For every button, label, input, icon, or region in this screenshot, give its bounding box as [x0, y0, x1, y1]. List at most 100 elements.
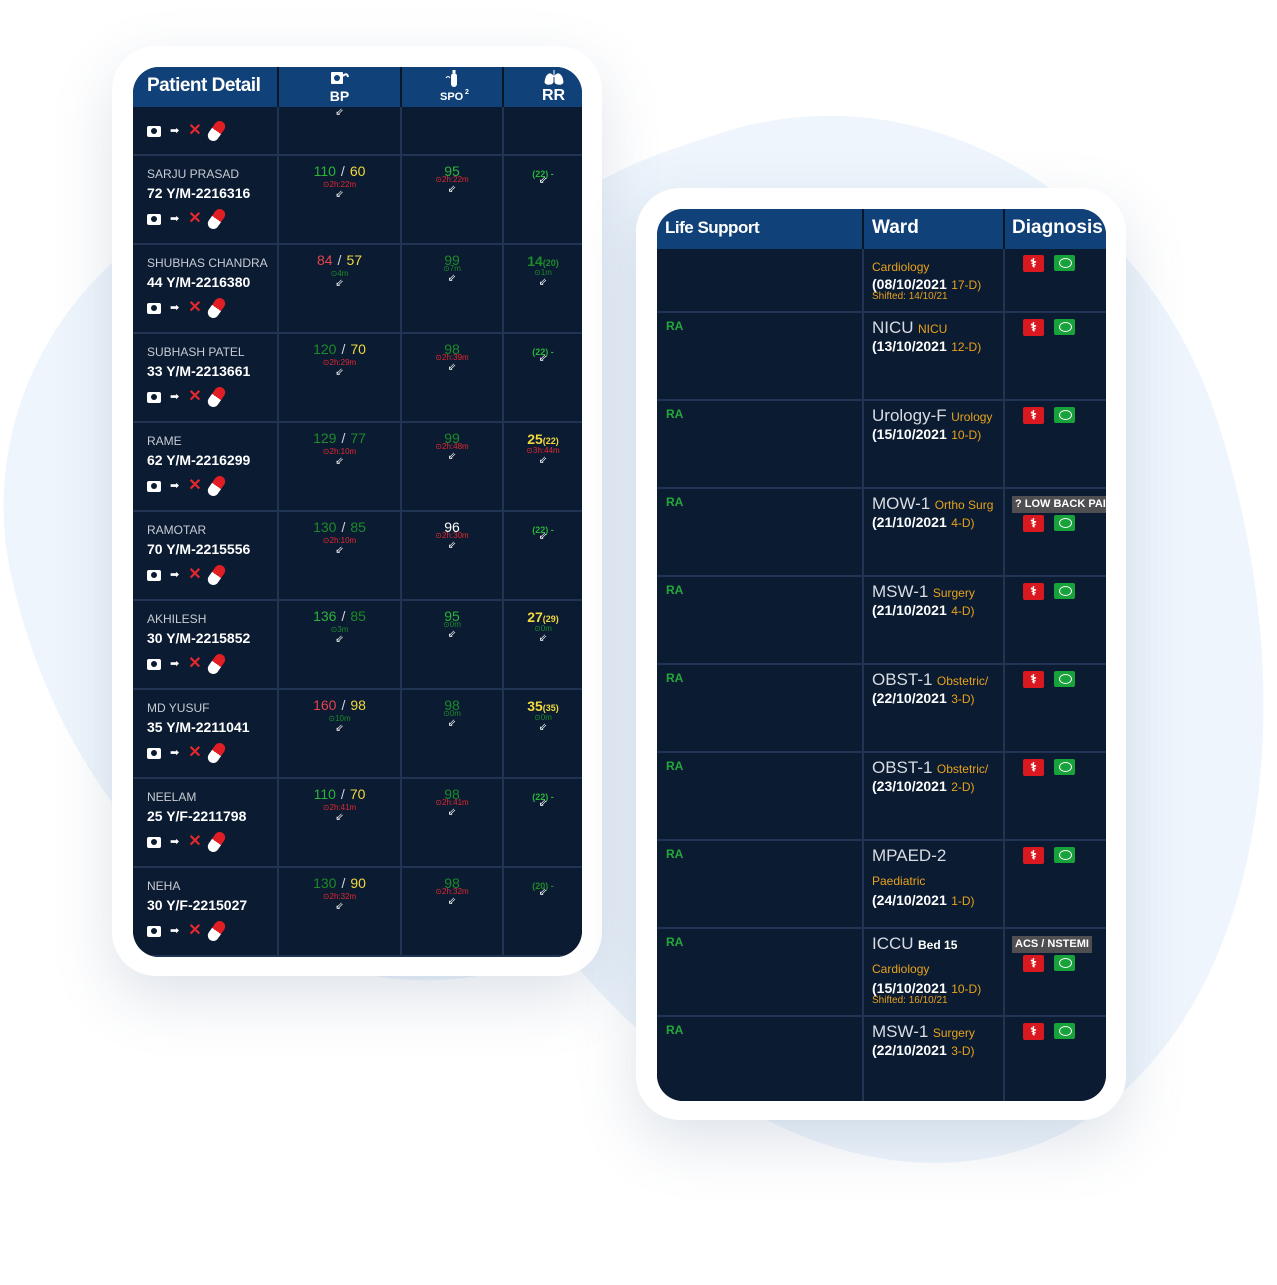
header-patient-detail[interactable]: Patient Detail — [133, 67, 279, 107]
exit-icon[interactable]: ➡ — [170, 747, 179, 759]
exit-icon[interactable]: ➡ — [170, 836, 179, 848]
table-row[interactable]: RA MSW-1 Surgery (22/10/2021 3-D) ⚕ — [657, 1017, 1106, 1101]
trend-arrow-icon[interactable]: ⇙ — [279, 901, 400, 912]
header-bp[interactable]: BP — [279, 67, 402, 107]
bell-off-icon[interactable]: ✕ — [188, 389, 201, 405]
chat-icon[interactable] — [1054, 955, 1075, 971]
chat-icon[interactable] — [1054, 515, 1075, 531]
trend-arrow-icon[interactable]: ⇙ — [279, 634, 400, 645]
trend-arrow-icon[interactable]: ⇙ — [279, 723, 400, 734]
pill-icon[interactable] — [205, 651, 227, 677]
header-life-support[interactable]: Life Support — [657, 209, 864, 249]
exit-icon[interactable]: ➡ — [170, 658, 179, 670]
pill-icon[interactable] — [205, 473, 227, 499]
bp-value[interactable]: 120/70 — [279, 341, 400, 357]
bell-off-icon[interactable]: ✕ — [188, 211, 201, 227]
pill-icon[interactable] — [205, 384, 227, 410]
trend-arrow-icon[interactable]: ⇙ — [402, 362, 502, 373]
rr-value[interactable]: 35(35) — [504, 698, 582, 714]
table-row[interactable]: RA Urology-F Urology (15/10/2021 10-D) ⚕ — [657, 401, 1106, 489]
bp-value[interactable]: 130/90 — [279, 875, 400, 891]
table-row[interactable]: SUBHASH PATEL 33 Y/M-2213661 ➡ ✕ 120/70 ⊙2h:2… — [133, 334, 582, 423]
table-row[interactable]: MD YUSUF 35 Y/M-2211041 ➡ ✕ 160/98 ⊙10m ⇙ 98 ⊙0m… — [133, 690, 582, 779]
trend-arrow-icon[interactable]: ⇙ — [504, 277, 582, 288]
bell-off-icon[interactable]: ✕ — [188, 300, 201, 316]
chat-icon[interactable] — [1054, 255, 1075, 271]
header-spo2[interactable]: SPO 2 — [402, 67, 504, 107]
bed-icon[interactable]: ⚕ — [1023, 583, 1044, 600]
bell-off-icon[interactable]: ✕ — [188, 745, 201, 761]
chat-icon[interactable] — [1054, 1023, 1075, 1039]
bell-off-icon[interactable]: ✕ — [188, 834, 201, 850]
pill-icon[interactable] — [205, 295, 227, 321]
trend-arrow-icon[interactable]: ⇙ — [279, 189, 400, 200]
table-row[interactable]: RA MOW-1 Ortho Surg (21/10/2021 4-D)? LOW … — [657, 489, 1106, 577]
trend-arrow-icon[interactable]: ⇙ — [402, 273, 502, 284]
pill-icon[interactable] — [205, 740, 227, 766]
trend-arrow-icon[interactable]: ⇙ — [402, 184, 502, 195]
camera-icon[interactable] — [147, 391, 161, 403]
chat-icon[interactable] — [1054, 583, 1075, 599]
trend-arrow-icon[interactable]: ⇙ — [279, 107, 400, 118]
bp-value[interactable]: 110/60 — [279, 163, 400, 179]
table-row-partial[interactable]: ➡ ✕ ⇙ — [133, 107, 582, 156]
trend-arrow-icon[interactable]: ⇙ — [504, 722, 582, 733]
bell-off-icon[interactable]: ✕ — [188, 478, 201, 494]
trend-arrow-icon[interactable]: ⇙ — [504, 531, 582, 542]
trend-arrow-icon[interactable]: ⇙ — [402, 807, 502, 818]
table-row[interactable]: AKHILESH 30 Y/M-2215852 ➡ ✕ 136/85 ⊙3m ⇙ 95 ⊙0m ⇙… — [133, 601, 582, 690]
bed-icon[interactable]: ⚕ — [1023, 255, 1044, 272]
table-row[interactable]: RA OBST-1 Obstetric/(23/10/2021 2-D) ⚕ — [657, 753, 1106, 841]
table-row[interactable]: RA ICCU Bed 15 Cardiology (15/10/2021 10-D)… — [657, 929, 1106, 1017]
trend-arrow-icon[interactable]: ⇙ — [504, 887, 582, 898]
chat-icon[interactable] — [1054, 759, 1075, 775]
chat-icon[interactable] — [1054, 671, 1075, 687]
bp-value[interactable]: 160/98 — [279, 697, 400, 713]
pill-icon[interactable] — [205, 829, 227, 855]
trend-arrow-icon[interactable]: ⇙ — [504, 798, 582, 809]
exit-icon[interactable]: ➡ — [170, 569, 179, 581]
pill-icon[interactable] — [205, 562, 227, 588]
table-row[interactable]: RAME 62 Y/M-2216299 ➡ ✕ 129/77 ⊙2h:10m ⇙ 99 ⊙2h:… — [133, 423, 582, 512]
trend-arrow-icon[interactable]: ⇙ — [504, 633, 582, 644]
bell-off-icon[interactable]: ✕ — [188, 923, 201, 939]
table-row[interactable]: RA OBST-1 Obstetric/(22/10/2021 3-D) ⚕ — [657, 665, 1106, 753]
exit-icon[interactable]: ➡ — [170, 302, 179, 314]
chat-icon[interactable] — [1054, 847, 1075, 863]
bed-icon[interactable]: ⚕ — [1023, 319, 1044, 336]
camera-icon[interactable] — [147, 302, 161, 314]
trend-arrow-icon[interactable]: ⇙ — [504, 175, 582, 186]
exit-icon[interactable]: ➡ — [170, 480, 179, 492]
table-row[interactable]: RA NICU NICU (13/10/2021 12-D) ⚕ — [657, 313, 1106, 401]
bell-off-icon[interactable]: ✕ — [188, 567, 201, 583]
bed-icon[interactable]: ⚕ — [1023, 847, 1044, 864]
header-rr[interactable]: RR — [504, 67, 582, 107]
bp-value[interactable]: 136/85 — [279, 608, 400, 624]
camera-icon[interactable] — [147, 125, 161, 137]
bp-value[interactable]: 130/85 — [279, 519, 400, 535]
trend-arrow-icon[interactable]: ⇙ — [504, 455, 582, 466]
chat-icon[interactable] — [1054, 407, 1075, 423]
chat-icon[interactable] — [1054, 319, 1075, 335]
trend-arrow-icon[interactable]: ⇙ — [402, 718, 502, 729]
trend-arrow-icon[interactable]: ⇙ — [279, 545, 400, 556]
trend-arrow-icon[interactable]: ⇙ — [402, 629, 502, 640]
table-row[interactable]: RA MSW-1 Surgery (21/10/2021 4-D) ⚕ — [657, 577, 1106, 665]
bed-icon[interactable]: ⚕ — [1023, 407, 1044, 424]
bp-value[interactable]: 110/70 — [279, 786, 400, 802]
table-row[interactable]: NEHA 30 Y/F-2215027 ➡ ✕ 130/90 ⊙2h:32m ⇙ 98 ⊙2h:… — [133, 868, 582, 957]
table-row[interactable]: SARJU PRASAD 72 Y/M-2216316 ➡ ✕ 110/60 ⊙2h:22… — [133, 156, 582, 245]
bed-icon[interactable]: ⚕ — [1023, 515, 1044, 532]
exit-icon[interactable]: ➡ — [170, 125, 179, 137]
diagnosis-tag[interactable]: ACS / NSTEMI — [1012, 936, 1092, 953]
bed-icon[interactable]: ⚕ — [1023, 671, 1044, 688]
rr-value[interactable]: 27(29) — [504, 609, 582, 625]
pill-icon[interactable] — [205, 118, 227, 144]
camera-icon[interactable] — [147, 480, 161, 492]
trend-arrow-icon[interactable]: ⇙ — [279, 456, 400, 467]
trend-arrow-icon[interactable]: ⇙ — [504, 353, 582, 364]
pill-icon[interactable] — [205, 918, 227, 944]
camera-icon[interactable] — [147, 836, 161, 848]
trend-arrow-icon[interactable]: ⇙ — [402, 451, 502, 462]
exit-icon[interactable]: ➡ — [170, 925, 179, 937]
